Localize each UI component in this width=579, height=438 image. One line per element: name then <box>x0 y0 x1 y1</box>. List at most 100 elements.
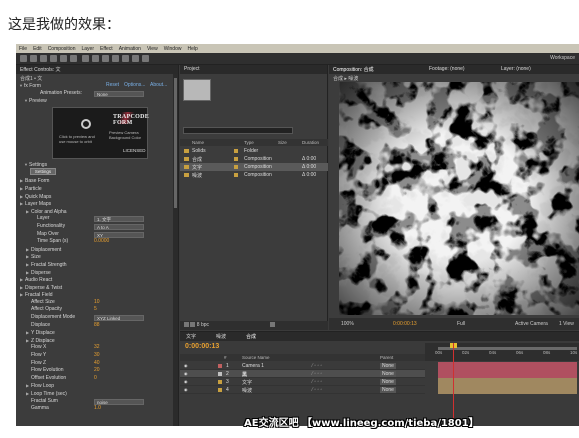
settings-row[interactable]: ▼Settings <box>16 161 178 169</box>
visibility-eye-icon[interactable]: ◉ <box>184 379 188 384</box>
menu-layer[interactable]: Layer <box>78 46 97 52</box>
timeline-layer-row[interactable]: ◉ 2 黑 ⁄ ▫ ▫ ▫ None <box>180 370 425 378</box>
menu-file[interactable]: File <box>16 46 30 52</box>
tab-noise-comp[interactable]: 噪波 <box>216 333 226 340</box>
effect-property-value[interactable]: 88 <box>94 322 100 330</box>
effect-property-row[interactable]: Functionality A to A <box>16 223 178 231</box>
layer-label-color[interactable] <box>218 363 222 368</box>
mask-tool-icon[interactable] <box>82 55 89 62</box>
timeline-layer-row[interactable]: ◉ 3 文字 ⁄ ▫ ▫ ▫ None <box>180 378 425 386</box>
effect-property-row[interactable]: ▶ Disperse & Twist <box>16 284 178 292</box>
pen-tool-icon[interactable] <box>92 55 99 62</box>
effect-property-value[interactable]: 0 <box>94 375 97 383</box>
project-item[interactable]: Solids Folder <box>180 147 328 155</box>
effect-property-value[interactable]: 30 <box>94 352 100 360</box>
menu-help[interactable]: Help <box>184 46 200 52</box>
tab-footage[interactable]: Footage: (none) <box>429 66 465 72</box>
effect-property-row[interactable]: Flow Y 30 <box>16 352 178 360</box>
layer-label-color[interactable] <box>218 387 222 392</box>
col-size[interactable]: Size <box>278 140 287 145</box>
menu-edit[interactable]: Edit <box>30 46 45 52</box>
tab-composition[interactable]: Composition: 合成 <box>333 66 374 73</box>
layer-switches[interactable]: ⁄ ▫ ▫ ▫ <box>312 379 322 385</box>
camera-tool-icon[interactable] <box>60 55 67 62</box>
layer-duration-bar[interactable] <box>438 378 577 386</box>
project-item[interactable]: 文字 Composition Δ 0:00 <box>180 163 328 171</box>
project-tab[interactable]: Project <box>180 65 327 74</box>
project-item[interactable]: 噪波 Composition Δ 0:00 <box>180 171 328 179</box>
effect-property-value[interactable]: 10 <box>94 299 100 307</box>
layer-name[interactable]: 文字 <box>242 379 252 386</box>
visibility-eye-icon[interactable]: ◉ <box>184 387 188 392</box>
clone-tool-icon[interactable] <box>122 55 129 62</box>
layer-duration-bar[interactable] <box>438 386 577 394</box>
effect-property-row[interactable]: ▶ Z Displace <box>16 337 178 345</box>
effect-property-dropdown[interactable]: noise <box>94 398 144 405</box>
hand-tool-icon[interactable] <box>30 55 37 62</box>
work-area-bar[interactable] <box>438 347 577 350</box>
parent-dropdown[interactable]: None <box>380 379 396 385</box>
label-color-swatch[interactable] <box>234 165 238 169</box>
eraser-tool-icon[interactable] <box>132 55 139 62</box>
effect-property-row[interactable]: Gamma 1.0 <box>16 405 178 413</box>
effect-property-row[interactable]: ▶ Disperse <box>16 269 178 277</box>
effect-property-row[interactable]: ▶ Fractal Field <box>16 291 178 299</box>
zoom-dropdown[interactable]: 100% <box>341 321 354 327</box>
effect-property-row[interactable]: Time Span (s) 0.0000 <box>16 238 178 246</box>
timeline-current-time[interactable]: 0:00:00:13 <box>185 343 219 350</box>
selection-tool-icon[interactable] <box>20 55 27 62</box>
settings-button[interactable]: Settings <box>30 168 56 176</box>
timeline-layer-row[interactable]: ◉ 4 噪波 ⁄ ▫ ▫ ▫ None <box>180 386 425 394</box>
layer-duration-bar[interactable] <box>438 370 577 378</box>
label-color-swatch[interactable] <box>234 149 238 153</box>
form-preview-box[interactable]: Click to preview and use mouse to orbit … <box>52 106 149 159</box>
layer-switches[interactable]: ⁄ ▫ ▫ ▫ <box>312 371 322 377</box>
effect-property-row[interactable]: Displacement Mode XYZ Linked <box>16 314 178 322</box>
effect-property-row[interactable]: Offset Evolution 0 <box>16 375 178 383</box>
effect-property-row[interactable]: Flow Evolution 20 <box>16 367 178 375</box>
effect-property-value[interactable]: 5 <box>94 306 97 314</box>
options-link[interactable]: Options... <box>124 82 145 90</box>
parent-dropdown[interactable]: None <box>380 371 396 377</box>
scrollbar-thumb[interactable] <box>174 78 177 208</box>
tab-text-comp[interactable]: 文字 <box>186 333 196 340</box>
menu-composition[interactable]: Composition <box>45 46 79 52</box>
trash-icon[interactable] <box>270 322 276 328</box>
project-item[interactable]: 合成 Composition Δ 0:00 <box>180 155 328 163</box>
comp-current-time[interactable]: 0:00:00:13 <box>393 321 417 327</box>
layer-name[interactable]: 黑 <box>242 371 247 378</box>
col-duration[interactable]: Duration <box>302 140 319 145</box>
effect-property-dropdown[interactable]: 1. 文字 <box>94 216 144 223</box>
project-search-input[interactable] <box>183 127 293 134</box>
animation-presets-dropdown[interactable]: None <box>94 90 144 97</box>
tab-layer[interactable]: Layer: (none) <box>501 66 531 72</box>
visibility-eye-icon[interactable]: ◉ <box>184 371 188 376</box>
layer-name[interactable]: 噪波 <box>242 387 252 394</box>
effect-header-row[interactable]: ▼fx Form Reset Options... About... <box>16 82 178 90</box>
label-color-swatch[interactable] <box>234 157 238 161</box>
effect-property-row[interactable]: Flow Z 40 <box>16 360 178 368</box>
view-layout-dropdown[interactable]: 1 View <box>559 321 574 327</box>
effect-property-row[interactable]: Flow X 32 <box>16 344 178 352</box>
effect-property-value[interactable]: 20 <box>94 367 100 375</box>
workspace-label[interactable]: Workspace <box>550 55 575 61</box>
effect-property-row[interactable]: ▶ Base Form <box>16 177 178 185</box>
label-color-swatch[interactable] <box>234 173 238 177</box>
effect-property-row[interactable]: ▶ Color and Alpha <box>16 208 178 216</box>
tab-main-comp[interactable]: 合成 <box>246 333 256 340</box>
menu-window[interactable]: Window <box>161 46 185 52</box>
effect-property-row[interactable]: Fractal Sum noise <box>16 398 178 406</box>
visibility-eye-icon[interactable]: ◉ <box>184 363 188 368</box>
col-name[interactable]: Name <box>192 140 204 145</box>
effect-property-dropdown[interactable]: XYZ Linked <box>94 315 144 322</box>
layer-duration-bar[interactable] <box>438 362 577 370</box>
effect-property-row[interactable]: Affect Opacity 5 <box>16 306 178 314</box>
timeline-layer-row[interactable]: ◉ 1 Camera 1 ⁄ ▫ ▫ ▫ None <box>180 362 425 370</box>
quality-dropdown[interactable]: Full <box>457 321 465 327</box>
zoom-tool-icon[interactable] <box>40 55 47 62</box>
text-tool-icon[interactable] <box>102 55 109 62</box>
about-link[interactable]: About... <box>150 82 167 90</box>
effect-property-row[interactable]: ▶ Particle <box>16 185 178 193</box>
effect-property-dropdown[interactable]: XY <box>94 231 144 238</box>
effect-property-value[interactable]: 40 <box>94 360 100 368</box>
